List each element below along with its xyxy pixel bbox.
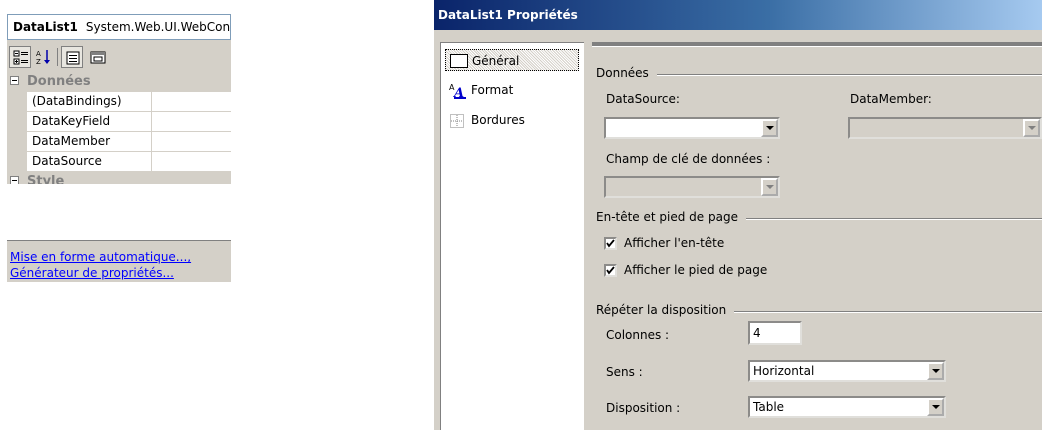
object-name: DataList1 bbox=[13, 20, 78, 34]
checkmark-icon bbox=[606, 239, 615, 248]
property-pages-icon bbox=[90, 51, 106, 64]
borders-icon bbox=[449, 113, 465, 132]
nav-item-label: Bordures bbox=[471, 113, 525, 127]
show-footer-checkbox[interactable] bbox=[604, 264, 617, 277]
alphabetical-button[interactable]: A Z bbox=[33, 46, 55, 68]
columns-label: Colonnes : bbox=[606, 328, 670, 342]
object-selector[interactable]: DataList1 System.Web.UI.WebControls.DataL… bbox=[7, 14, 231, 40]
nav-item-general[interactable]: Général bbox=[445, 49, 579, 71]
show-footer-label[interactable]: Afficher le pied de page bbox=[624, 263, 767, 277]
properties-button[interactable] bbox=[61, 46, 83, 68]
columns-input[interactable]: 4 bbox=[748, 321, 802, 345]
direction-select[interactable]: Horizontal bbox=[748, 360, 946, 382]
property-value[interactable] bbox=[153, 152, 231, 171]
group-label: Répéter la disposition bbox=[596, 303, 735, 317]
property-row[interactable]: (DataBindings) bbox=[27, 92, 231, 112]
collapse-icon[interactable] bbox=[10, 176, 19, 184]
nav-item-label: Format bbox=[471, 83, 514, 97]
properties-icon bbox=[66, 51, 80, 65]
layout-label: Disposition : bbox=[606, 401, 681, 415]
dropdown-arrow-icon[interactable] bbox=[1023, 119, 1040, 137]
property-value[interactable] bbox=[153, 132, 231, 151]
category-label: Données bbox=[27, 74, 91, 89]
show-header-checkbox[interactable] bbox=[604, 237, 617, 250]
auto-format-link[interactable]: Mise en forme automatique..., bbox=[7, 249, 231, 265]
page-navigation: Général A A Format Bordures bbox=[440, 42, 584, 430]
direction-label: Sens : bbox=[606, 365, 643, 379]
property-value[interactable] bbox=[153, 92, 231, 111]
keyfield-select[interactable] bbox=[604, 176, 780, 198]
property-row[interactable]: DataMember bbox=[27, 132, 231, 152]
general-page: Données DataSource: DataMember: Champ de… bbox=[592, 42, 1042, 430]
nav-item-format[interactable]: A A Format bbox=[445, 79, 579, 101]
dropdown-arrow-icon[interactable] bbox=[927, 362, 944, 380]
property-builder-link[interactable]: Générateur de propriétés... bbox=[7, 265, 231, 281]
property-row[interactable]: DataKeyField bbox=[27, 112, 231, 132]
dropdown-arrow-icon[interactable] bbox=[761, 119, 778, 137]
dropdown-arrow-icon[interactable] bbox=[761, 178, 778, 196]
categorized-button[interactable] bbox=[9, 46, 31, 68]
dialog-title: DataList1 Propriétés bbox=[438, 8, 578, 22]
property-grid: DataList1 System.Web.UI.WebControls.DataL… bbox=[7, 14, 231, 282]
group-label: En-tête et pied de page bbox=[596, 210, 746, 224]
property-row[interactable]: DataSource bbox=[27, 152, 231, 172]
collapse-icon[interactable] bbox=[10, 76, 19, 85]
property-grid-table: Données (DataBindings) DataKeyField Data… bbox=[7, 72, 231, 240]
group-repeat-layout: Répéter la disposition bbox=[596, 303, 1042, 319]
category-label: Style bbox=[27, 174, 65, 184]
property-name: DataSource bbox=[27, 152, 152, 171]
category-donnees[interactable]: Données bbox=[7, 72, 231, 92]
datamember-select[interactable] bbox=[848, 117, 1042, 139]
property-name: DataMember bbox=[27, 132, 152, 151]
alphabetical-icon: A Z bbox=[36, 50, 50, 65]
datasource-select[interactable] bbox=[604, 117, 780, 139]
group-donnees: Données bbox=[596, 66, 1042, 82]
property-grid-commands: Mise en forme automatique..., Générateur… bbox=[7, 240, 231, 282]
format-icon: A A bbox=[449, 83, 469, 102]
nav-item-borders[interactable]: Bordures bbox=[445, 109, 579, 131]
dialog-title-bar[interactable]: DataList1 Propriétés bbox=[434, 0, 1042, 30]
checkmark-icon bbox=[606, 266, 615, 275]
general-page-icon bbox=[450, 54, 468, 71]
datamember-label: DataMember: bbox=[850, 92, 932, 106]
category-style[interactable]: Style bbox=[7, 172, 231, 184]
properties-dialog: DataList1 Propriétés Général A A Format bbox=[434, 0, 1042, 430]
dropdown-arrow-icon[interactable] bbox=[927, 398, 944, 416]
layout-select[interactable]: Table bbox=[748, 396, 946, 418]
nav-item-label: Général bbox=[472, 54, 520, 68]
keyfield-label: Champ de clé de données : bbox=[606, 152, 771, 166]
group-label: Données bbox=[596, 66, 657, 80]
svg-text:Z: Z bbox=[36, 58, 41, 65]
object-type: System.Web.UI.WebControls.DataList bbox=[85, 20, 231, 34]
svg-text:A: A bbox=[36, 50, 41, 58]
show-header-label[interactable]: Afficher l'en-tête bbox=[624, 236, 724, 250]
group-header-footer: En-tête et pied de page bbox=[596, 210, 1042, 226]
property-pages-button[interactable] bbox=[87, 46, 109, 68]
categorized-icon bbox=[13, 50, 28, 65]
property-name: (DataBindings) bbox=[27, 92, 152, 111]
datasource-label: DataSource: bbox=[606, 92, 680, 106]
property-value[interactable] bbox=[153, 112, 231, 131]
property-grid-toolbar: A Z bbox=[7, 44, 231, 70]
property-name: DataKeyField bbox=[27, 112, 152, 131]
